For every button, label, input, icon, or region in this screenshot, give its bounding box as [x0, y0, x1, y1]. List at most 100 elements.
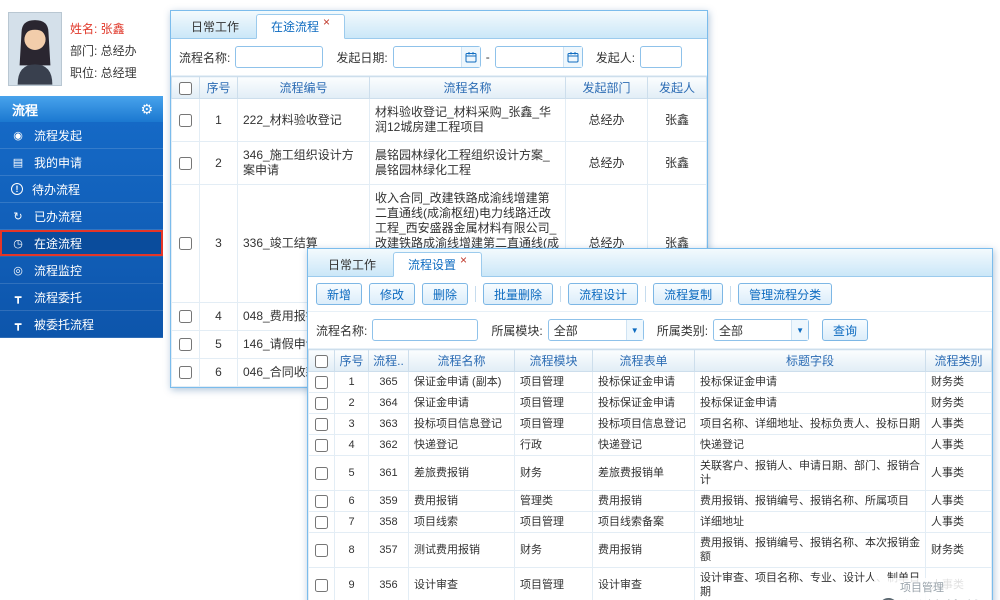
- column-header-no[interactable]: 序号: [334, 349, 369, 372]
- row-checkbox[interactable]: [315, 515, 328, 529]
- logo-tagline: 项目管理: [899, 582, 944, 594]
- tab-in-transit-flows[interactable]: 在途流程 ×: [256, 14, 346, 39]
- cell-id: 363: [368, 413, 409, 435]
- flow-design-button[interactable]: 流程设计: [568, 283, 639, 305]
- start-date-from-field[interactable]: [392, 46, 481, 68]
- flow-name-input[interactable]: [235, 46, 324, 68]
- tab-daily-work[interactable]: 日常工作: [314, 252, 390, 276]
- table-row[interactable]: 3 363 投标项目信息登记 项目管理 投标项目信息登记 项目名称、详细地址、投标负责人、…: [308, 413, 992, 435]
- close-tab-icon[interactable]: ×: [460, 254, 467, 266]
- column-header-flow-id[interactable]: 流程..: [368, 349, 409, 372]
- cell-module: 项目管理: [514, 567, 593, 600]
- edit-button[interactable]: 修改: [369, 283, 416, 305]
- sidebar-item-flow-delegate[interactable]: ┳ 流程委托: [0, 284, 163, 311]
- manage-flow-category-button[interactable]: 管理流程分类: [738, 283, 833, 305]
- row-checkbox[interactable]: [315, 578, 328, 592]
- column-header-flow-category[interactable]: 流程类别: [925, 349, 992, 372]
- profile-dept: 部门: 总经办: [70, 44, 137, 58]
- column-header-title-field[interactable]: 标题字段: [694, 349, 926, 372]
- column-header-flow-name[interactable]: 流程名称: [369, 76, 566, 99]
- column-header-flow-form[interactable]: 流程表单: [592, 349, 695, 372]
- column-header-flow-module[interactable]: 流程模块: [514, 349, 593, 372]
- flow-copy-button[interactable]: 流程复制: [653, 283, 724, 305]
- row-checkbox[interactable]: [315, 438, 328, 452]
- cell-name: 项目线索: [408, 511, 515, 533]
- tab-daily-work[interactable]: 日常工作: [177, 14, 253, 38]
- cell-id: 358: [368, 511, 409, 533]
- row-checkbox-cell: [308, 413, 335, 435]
- start-date-from-input[interactable]: [393, 48, 461, 66]
- calendar-icon[interactable]: [460, 47, 480, 67]
- table-row[interactable]: 2 364 保证金申请 项目管理 投标保证金申请 投标保证金申请 财务类: [308, 392, 992, 414]
- row-checkbox[interactable]: [315, 375, 328, 389]
- table-row[interactable]: 6 359 费用报销 管理类 费用报销 费用报销、报销编号、报销名称、所属项目 人事类: [308, 490, 992, 512]
- module-select[interactable]: 全部 ▼: [547, 319, 644, 341]
- column-header-flow-name[interactable]: 流程名称: [408, 349, 515, 372]
- table-row[interactable]: 8 357 测试费用报销 财务 费用报销 费用报销、报销编号、报销名称、本次报销金额 财务类: [308, 532, 992, 568]
- window-flow-settings: 日常工作 流程设置 × 新增 修改 删除 批量删除 流程设计 流程复制 管理流程…: [307, 248, 993, 600]
- row-checkbox[interactable]: [315, 396, 328, 410]
- sidebar-item-flow-start[interactable]: ◉ 流程发起: [0, 122, 163, 149]
- start-date-to-input[interactable]: [495, 48, 563, 66]
- add-button[interactable]: 新增: [316, 283, 363, 305]
- row-checkbox[interactable]: [315, 417, 328, 431]
- calendar-icon[interactable]: [562, 47, 582, 67]
- sidebar-item-my-applications[interactable]: ▤ 我的申请: [0, 149, 163, 176]
- table-row[interactable]: 2 346_施工组织设计方案申请 晨铭园林绿化工程组织设计方案_晨铭园林绿化工程 总经…: [171, 141, 707, 185]
- column-header-start-dept[interactable]: 发起部门: [565, 76, 648, 99]
- tab-flow-settings[interactable]: 流程设置 ×: [393, 252, 483, 277]
- tab-bar: 日常工作 流程设置 ×: [308, 249, 992, 277]
- row-checkbox[interactable]: [315, 543, 328, 557]
- sidebar-item-in-transit-flows[interactable]: ◷ 在途流程: [0, 230, 163, 257]
- delete-button[interactable]: 删除: [422, 283, 469, 305]
- column-header-initiator[interactable]: 发起人: [647, 76, 707, 99]
- cell-id: 364: [368, 392, 409, 414]
- sidebar-item-flow-monitor[interactable]: ◎ 流程监控: [0, 257, 163, 284]
- batch-delete-button[interactable]: 批量删除: [483, 283, 554, 305]
- category-select[interactable]: 全部 ▼: [713, 319, 810, 341]
- cell-no: 2: [334, 392, 369, 414]
- filter-bar: 流程名称: 所属模块: 全部 ▼ 所属类别: 全部 ▼ 查询: [308, 312, 992, 349]
- row-checkbox-cell: [171, 98, 200, 142]
- sidebar-item-done-flows[interactable]: ↻ 已办流程: [0, 203, 163, 230]
- sidebar-item-delegated-flows[interactable]: ┳ 被委托流程: [0, 311, 163, 338]
- row-checkbox[interactable]: [179, 338, 192, 352]
- table-row[interactable]: 4 362 快递登记 行政 快递登记 快递登记 人事类: [308, 434, 992, 456]
- cell-form: 投标项目信息登记: [592, 413, 695, 435]
- flow-name-input[interactable]: [372, 319, 479, 341]
- select-all-checkbox[interactable]: [179, 81, 192, 95]
- row-checkbox[interactable]: [315, 466, 328, 480]
- row-checkbox[interactable]: [179, 113, 192, 127]
- tab-label: 流程设置: [408, 258, 457, 272]
- cell-category: 人事类: [925, 455, 992, 491]
- row-checkbox[interactable]: [315, 494, 328, 508]
- close-tab-icon[interactable]: ×: [323, 16, 330, 28]
- sidebar-item-todo-flows[interactable]: ! 待办流程: [0, 176, 163, 203]
- cell-title_field: 费用报销、报销编号、报销名称、本次报销金额: [694, 532, 926, 568]
- caret-down-icon: ▼: [791, 320, 809, 340]
- cell-name: 保证金申请: [408, 392, 515, 414]
- initiator-input[interactable]: [640, 46, 683, 68]
- row-checkbox-cell: [171, 358, 200, 387]
- done-refresh-icon: ↻: [13, 210, 23, 223]
- column-header-no[interactable]: 序号: [199, 76, 238, 99]
- select-all-checkbox[interactable]: [315, 354, 328, 368]
- toolbar-separator: [730, 286, 732, 302]
- cell-id: 361: [368, 455, 409, 491]
- row-checkbox[interactable]: [179, 237, 192, 251]
- table-row[interactable]: 1 222_材料验收登记 材料验收登记_材料采购_张鑫_华润12城房建工程项目 总经办…: [171, 98, 707, 142]
- search-button[interactable]: 查询: [822, 319, 869, 341]
- select-all-header: [171, 76, 200, 99]
- column-header-flow-code[interactable]: 流程编号: [237, 76, 370, 99]
- cell-name: 投标项目信息登记: [408, 413, 515, 435]
- row-checkbox[interactable]: [179, 310, 192, 324]
- gear-icon[interactable]: ⚙: [140, 101, 153, 118]
- start-date-to-field[interactable]: [494, 46, 583, 68]
- table-row[interactable]: 5 361 差旅费报销 财务 差旅费报销单 关联客户、报销人、申请日期、部门、报销合计 人事…: [308, 455, 992, 491]
- row-checkbox[interactable]: [179, 156, 192, 170]
- row-checkbox[interactable]: [179, 366, 192, 380]
- table-row[interactable]: 7 358 项目线索 项目管理 项目线索备案 详细地址 人事类: [308, 511, 992, 533]
- table-row[interactable]: 1 365 保证金申请 (副本) 项目管理 投标保证金申请 投标保证金申请 财务类: [308, 371, 992, 393]
- cell-category: 人事类: [925, 434, 992, 456]
- delegated-sitemap-icon: ┳: [14, 318, 22, 331]
